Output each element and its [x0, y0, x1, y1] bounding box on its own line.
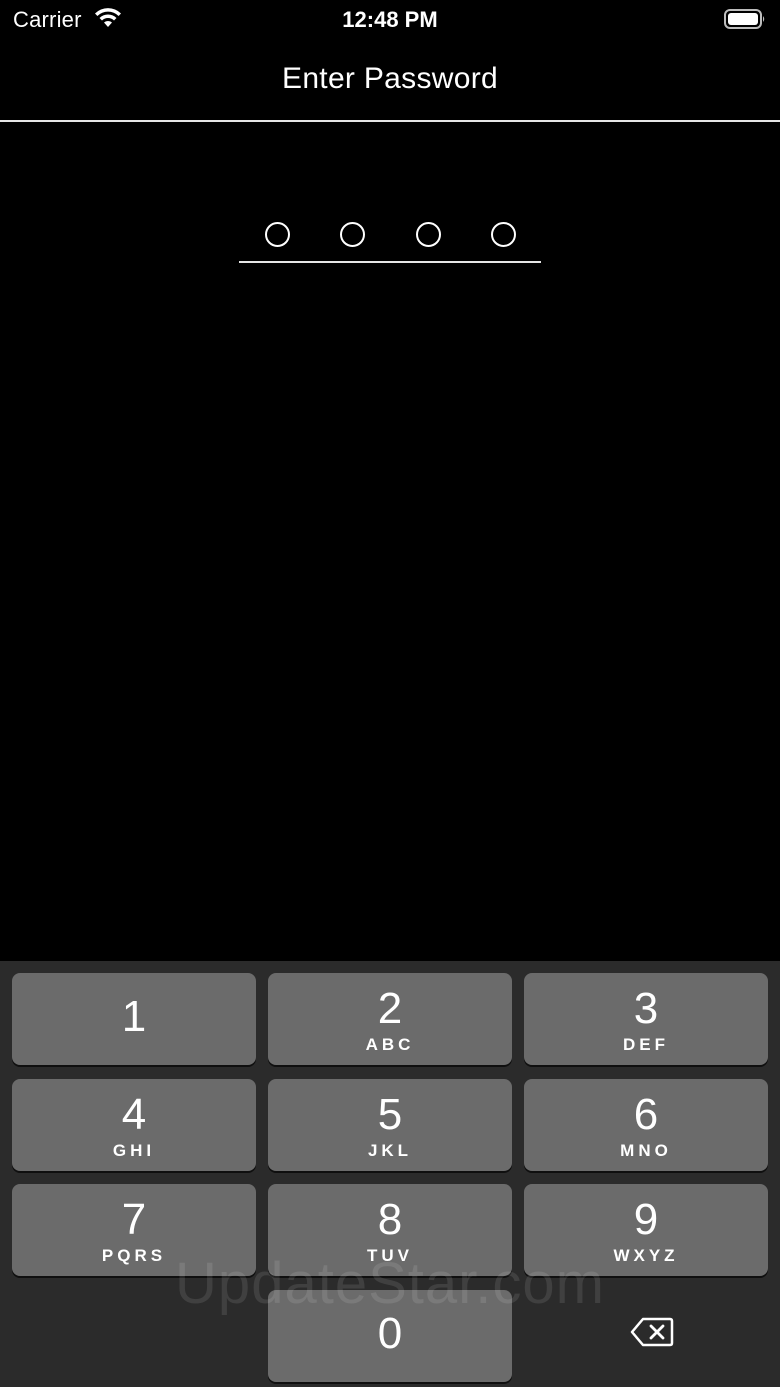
status-time: 12:48 PM: [342, 7, 438, 32]
key-digit: 9: [633, 1195, 659, 1244]
numeric-keypad: 1 2 ABC 3 DEF 4 GHI 5 JKL 6 MNO 7 PQRS 8…: [0, 961, 780, 1387]
key-0[interactable]: 0: [268, 1290, 512, 1382]
delete-button[interactable]: [524, 1285, 768, 1377]
key-digit: 1: [121, 992, 147, 1041]
key-3[interactable]: 3 DEF: [524, 973, 768, 1065]
key-9[interactable]: 9 WXYZ: [524, 1184, 768, 1276]
key-digit: 8: [377, 1195, 403, 1244]
pin-dot: [265, 222, 290, 247]
key-digit: 4: [121, 1090, 147, 1139]
key-letters: MNO: [620, 1141, 672, 1160]
key-8[interactable]: 8 TUV: [268, 1184, 512, 1276]
key-letters: ABC: [365, 1035, 415, 1054]
key-1[interactable]: 1: [12, 973, 256, 1065]
password-screen: Carrier 12:48 PM Enter Password 1 2 ABC …: [0, 0, 780, 1387]
backspace-icon: [630, 1317, 674, 1347]
key-4[interactable]: 4 GHI: [12, 1079, 256, 1171]
key-7[interactable]: 7 PQRS: [12, 1184, 256, 1276]
key-digit: 6: [633, 1090, 659, 1139]
header-divider: [0, 120, 780, 122]
pin-field[interactable]: [240, 222, 540, 250]
key-letters: WXYZ: [613, 1246, 679, 1265]
key-digit: 7: [121, 1195, 147, 1244]
key-letters: PQRS: [101, 1246, 167, 1265]
key-digit: 3: [633, 984, 659, 1033]
key-letters: JKL: [367, 1141, 413, 1160]
pin-underline: [239, 261, 541, 263]
page-title: Enter Password: [282, 62, 498, 95]
pin-dot: [491, 222, 516, 247]
key-letters: TUV: [367, 1246, 413, 1265]
pin-dot: [340, 222, 365, 247]
battery-full-icon: [724, 9, 765, 29]
key-5[interactable]: 5 JKL: [268, 1079, 512, 1171]
status-bar: Carrier 12:48 PM: [0, 0, 780, 40]
key-letters: GHI: [112, 1141, 156, 1160]
key-6[interactable]: 6 MNO: [524, 1079, 768, 1171]
key-digit: 0: [377, 1309, 403, 1358]
key-letters: DEF: [623, 1035, 669, 1054]
key-digit: 5: [377, 1090, 403, 1139]
key-digit: 2: [377, 984, 403, 1033]
key-2[interactable]: 2 ABC: [268, 973, 512, 1065]
pin-dot: [416, 222, 441, 247]
